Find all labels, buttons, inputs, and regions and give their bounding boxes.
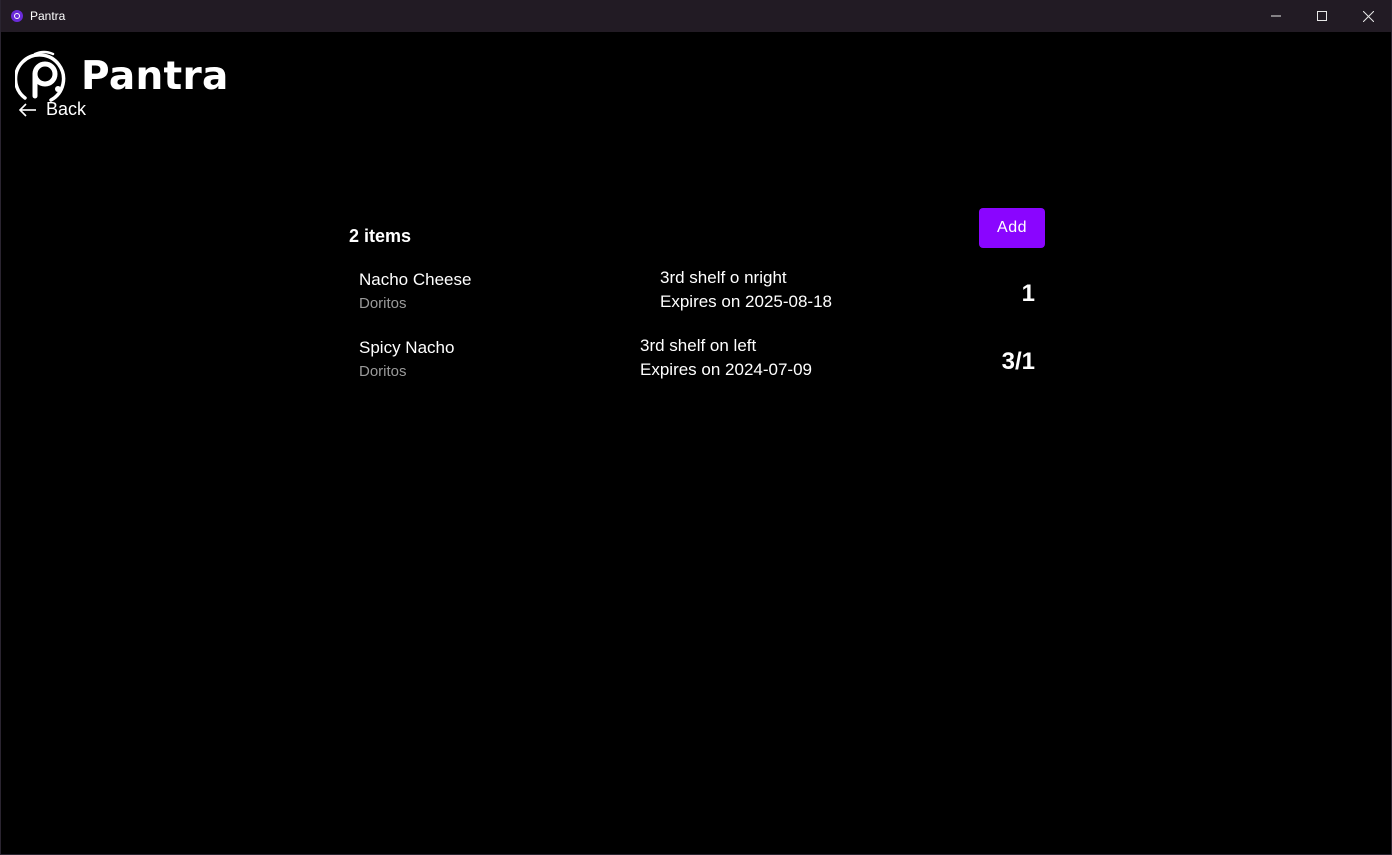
- list-item[interactable]: Spicy Nacho Doritos 3rd shelf on left Ex…: [349, 336, 1045, 394]
- back-label: Back: [46, 99, 87, 119]
- close-icon: [1362, 10, 1374, 22]
- list-item[interactable]: Nacho Cheese Doritos 3rd shelf o nright …: [349, 268, 1045, 326]
- pantry-list: 2 items Add Nacho Cheese Doritos 3rd she…: [349, 208, 1045, 380]
- window-controls: [1253, 0, 1391, 32]
- window-title: Pantra: [30, 9, 66, 23]
- item-quantity: 1: [1021, 280, 1035, 307]
- back-button[interactable]: Back: [17, 99, 86, 120]
- title-bar[interactable]: Pantra: [1, 0, 1391, 32]
- minimize-icon: [1271, 15, 1281, 17]
- maximize-button[interactable]: [1299, 0, 1345, 32]
- minimize-button[interactable]: [1253, 0, 1299, 32]
- item-expiry: Expires on 2024-07-09: [640, 360, 813, 379]
- item-count: 2 items: [349, 226, 412, 246]
- arrow-left-icon: [18, 102, 36, 117]
- app-window: Pantra Pantra Back 2 items Add Nacho Che…: [0, 0, 1392, 855]
- item-location: 3rd shelf on left: [640, 336, 757, 355]
- maximize-icon: [1317, 11, 1327, 21]
- item-brand: Doritos: [359, 295, 407, 312]
- app-name: Pantra: [81, 53, 229, 99]
- list-header: 2 items Add: [349, 208, 1045, 248]
- close-button[interactable]: [1345, 0, 1391, 32]
- item-expiry: Expires on 2025-08-18: [660, 292, 833, 311]
- item-name: Spicy Nacho: [359, 338, 455, 357]
- item-name: Nacho Cheese: [359, 270, 472, 289]
- item-quantity: 3/1: [1001, 348, 1035, 375]
- app-icon: [11, 10, 23, 22]
- add-button[interactable]: Add: [979, 208, 1045, 248]
- item-location: 3rd shelf o nright: [660, 268, 787, 287]
- item-brand: Doritos: [359, 363, 407, 380]
